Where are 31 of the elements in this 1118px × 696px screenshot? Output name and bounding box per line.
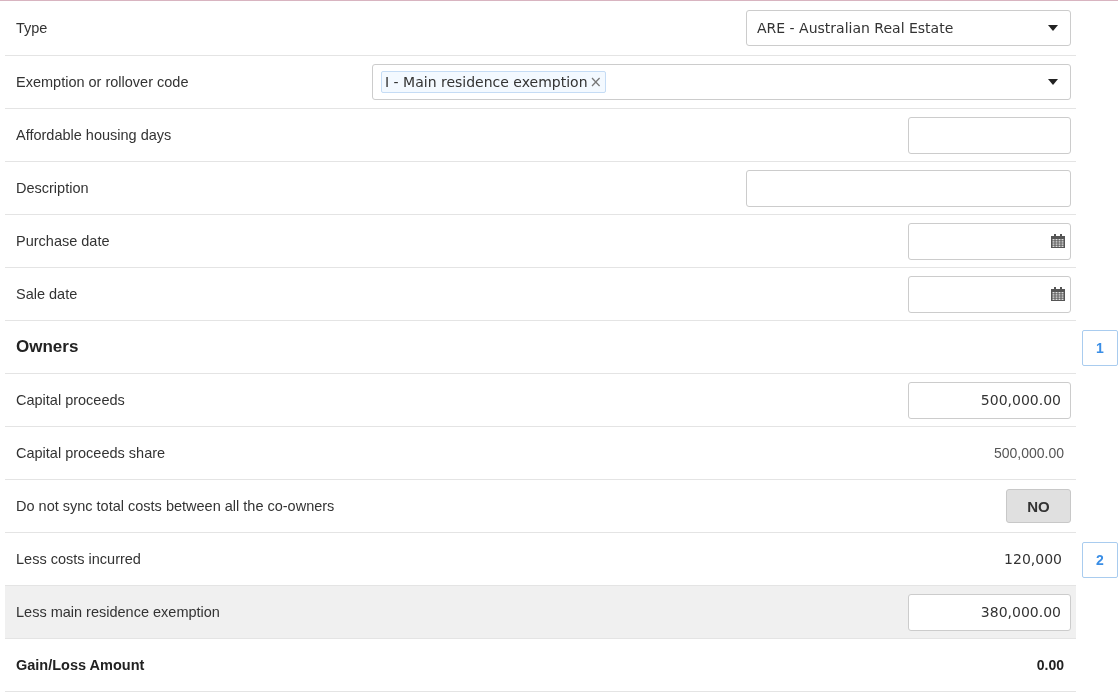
field-label: Less costs incurred bbox=[16, 551, 141, 567]
value-text: 500,000.00 bbox=[993, 445, 1064, 461]
calendar-icon[interactable] bbox=[1050, 233, 1066, 249]
field-label: Do not sync total costs between all the co-owners bbox=[16, 498, 335, 514]
type-select[interactable]: ARE - Australian Real Estate bbox=[746, 10, 1071, 46]
field-label: Less main residence exemption bbox=[16, 604, 220, 620]
date-field[interactable] bbox=[908, 222, 1071, 260]
field-label: Affordable housing days bbox=[16, 127, 172, 143]
total-value: 0.00 bbox=[1036, 657, 1064, 673]
section-heading: Owners bbox=[16, 337, 79, 357]
field-label: Purchase date bbox=[16, 233, 110, 249]
remove-tag-button[interactable]: × bbox=[589, 73, 603, 91]
field-label: Exemption or rollover code bbox=[16, 74, 189, 90]
value-text: 120,000 bbox=[1004, 551, 1062, 567]
field-label: Capital proceeds share bbox=[16, 445, 166, 461]
calendar-icon[interactable] bbox=[1050, 286, 1066, 302]
input-field[interactable]: 380,000.00 bbox=[908, 593, 1071, 631]
caret-icon bbox=[1048, 79, 1058, 85]
input-field[interactable] bbox=[908, 116, 1071, 154]
toggle-button[interactable]: NO bbox=[1006, 489, 1071, 523]
field-label: Gain/Loss Amount bbox=[16, 657, 145, 673]
field-label: Capital proceeds bbox=[16, 392, 125, 408]
caret-icon bbox=[1048, 25, 1058, 31]
date-field[interactable] bbox=[908, 275, 1071, 313]
field-label: Type bbox=[16, 20, 48, 36]
selected-tag: I - Main residence exemption× bbox=[381, 71, 607, 93]
input-field[interactable]: 500,000.00 bbox=[908, 381, 1071, 419]
input-field[interactable] bbox=[746, 169, 1071, 207]
field-label: Sale date bbox=[16, 286, 78, 302]
multi-select-field[interactable]: I - Main residence exemption× bbox=[372, 64, 1071, 100]
field-label: Description bbox=[16, 180, 89, 196]
